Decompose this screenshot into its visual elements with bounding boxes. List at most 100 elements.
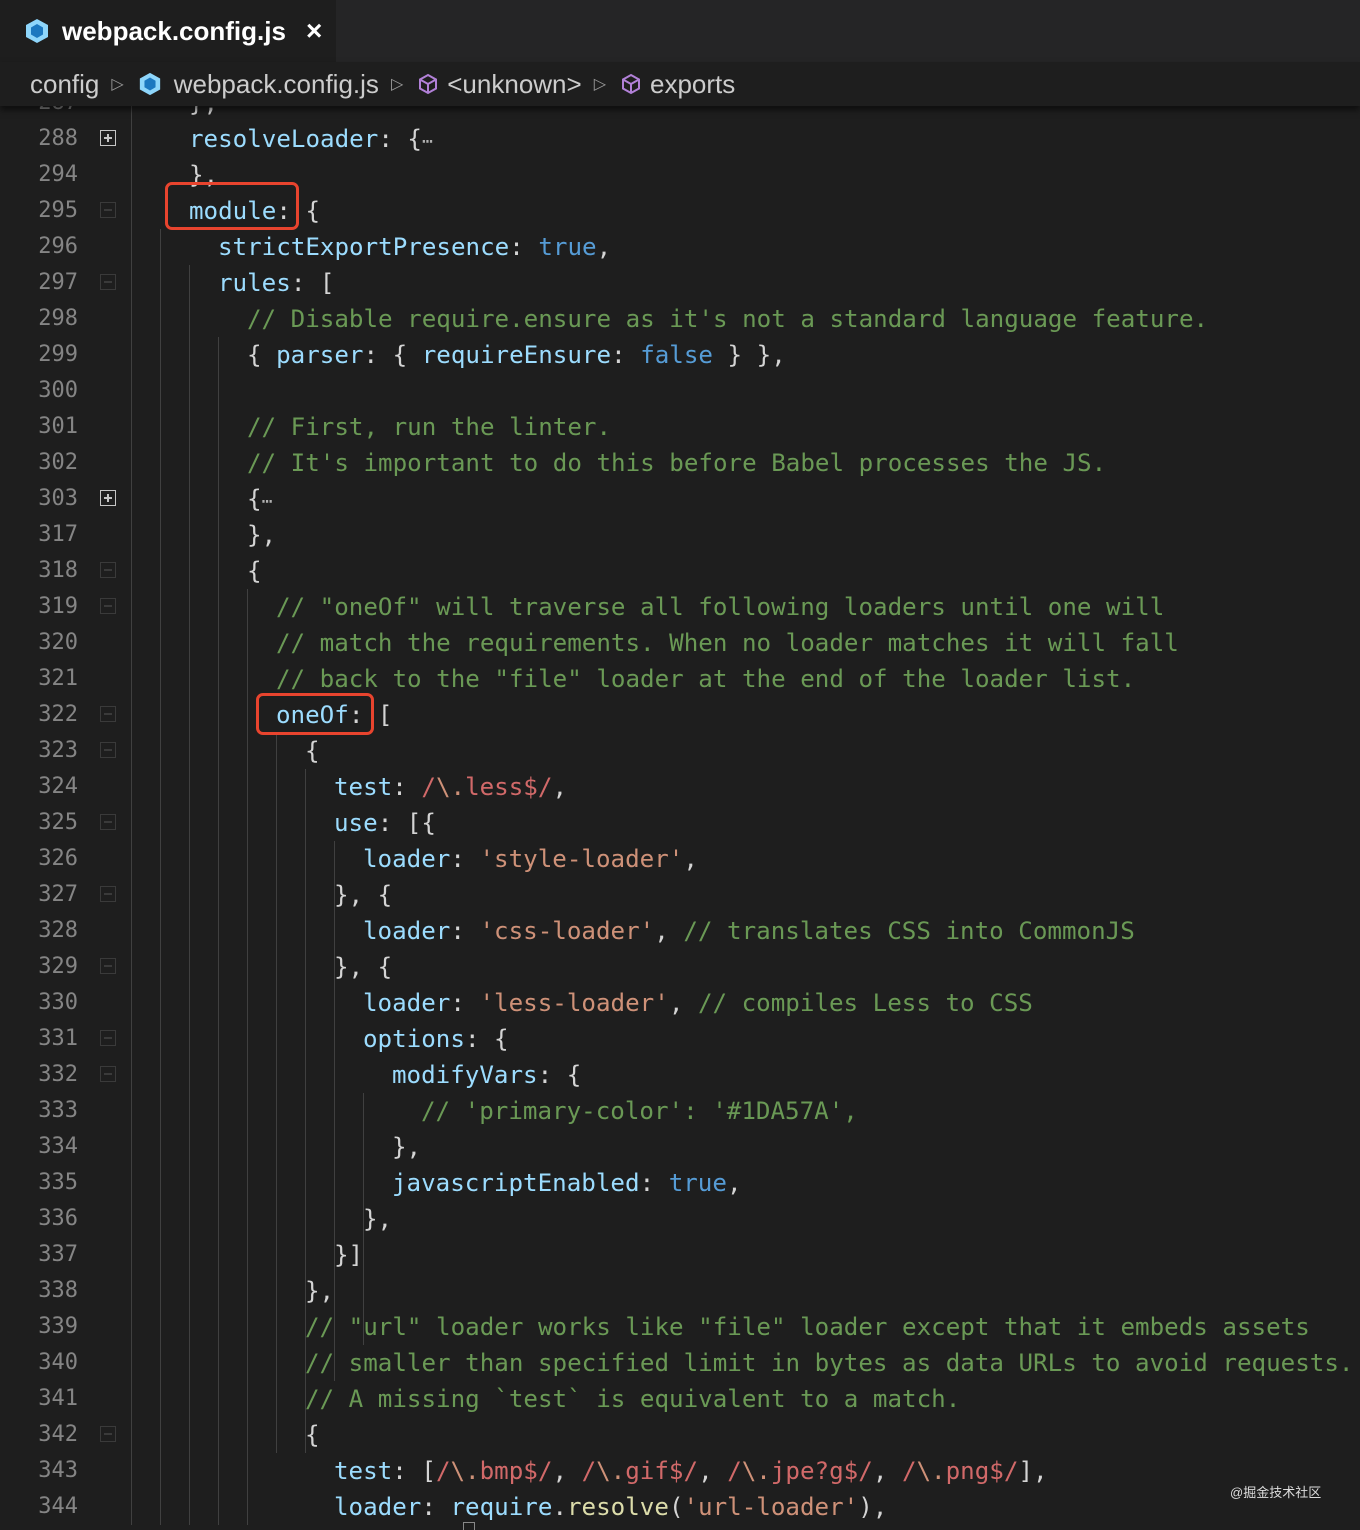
code-line[interactable]: 344 loader: require.resolve('url-loader')… [0,1489,1360,1525]
code-line[interactable]: 331 options: { [0,1021,1360,1057]
code-line[interactable]: 288 resolveLoader: {⋯ [0,121,1360,157]
collapse-fold-icon[interactable] [100,274,116,290]
code-line[interactable]: 332 modifyVars: { [0,1057,1360,1093]
line-number: 334 [38,1134,78,1159]
line-number: 326 [38,846,78,871]
code-text: loader: 'css-loader', // translates CSS … [363,913,1135,949]
code-line[interactable]: 333 // 'primary-color': '#1DA57A', [0,1093,1360,1129]
code-line[interactable]: 318 { [0,553,1360,589]
code-token: less$/ [465,773,553,801]
code-line[interactable]: 342 { [0,1417,1360,1453]
collapse-fold-icon[interactable] [100,202,116,218]
code-line[interactable]: 334}, [0,1129,1360,1165]
code-line[interactable]: 335 javascriptEnabled: true, [0,1165,1360,1201]
code-line[interactable]: 317}, [0,517,1360,553]
collapse-fold-icon[interactable] [100,598,116,614]
code-token: \. [435,773,466,801]
code-line[interactable]: 337}] [0,1237,1360,1273]
code-token: jpe?g$/ [770,1457,873,1485]
code-token: , [552,773,567,801]
code-line[interactable]: 298 // Disable require.ensure as it's not… [0,301,1360,337]
code-line[interactable]: 326 loader: 'style-loader', [0,841,1360,877]
line-number: 331 [38,1026,78,1051]
code-line[interactable]: 323 { [0,733,1360,769]
code-token: resolve [567,1493,669,1521]
scroll-indicator [463,1522,475,1530]
code-line[interactable]: 319 // "oneOf" will traverse all followin… [0,589,1360,625]
code-token: : [{ [377,809,436,837]
collapse-fold-icon[interactable] [100,814,116,830]
code-line[interactable]: 324 test: /\.less$/, [0,769,1360,805]
collapse-fold-icon[interactable] [100,742,116,758]
code-token: 'less-loader' [479,989,669,1017]
collapse-fold-icon[interactable] [100,562,116,578]
code-line[interactable]: 336}, [0,1201,1360,1237]
collapse-fold-icon[interactable] [100,886,116,902]
code-token: , [698,1457,728,1485]
collapse-fold-icon[interactable] [100,706,116,722]
webpack-cube-icon [139,72,160,96]
code-token: , [726,1169,742,1197]
code-line[interactable]: 301 // First, run the linter. [0,409,1360,445]
folded-ellipsis-icon[interactable]: ⋯ [262,491,273,512]
code-text: javascriptEnabled: true, [392,1165,742,1201]
code-line[interactable]: 325 use: [{ [0,805,1360,841]
breadcrumb-exports[interactable]: exports [620,69,735,100]
collapse-fold-icon[interactable] [100,1066,116,1082]
code-line[interactable]: 322 oneOf: [ [0,697,1360,733]
code-token: / [727,1457,742,1485]
code-line[interactable]: 321 // back to the "file" loader at the e… [0,661,1360,697]
code-line[interactable]: 296 strictExportPresence: true, [0,229,1360,265]
line-number: 297 [38,270,78,295]
code-token: loader [363,917,451,945]
breadcrumb-label: <unknown> [447,68,582,99]
line-number: 319 [38,594,78,619]
code-line[interactable]: 320 // match the requirements. When no lo… [0,625,1360,661]
code-line[interactable]: 338}, [0,1273,1360,1309]
breadcrumb-unknown[interactable]: <unknown> [417,68,582,100]
code-line[interactable]: 299 { parser: { requireEnsure: false } }, [0,337,1360,373]
chevron-right-icon: ▷ [593,76,607,93]
code-editor[interactable]: 287}, 288 resolveLoader: {⋯ 294}, 295 module:… [0,102,1360,1530]
code-line[interactable]: 328 loader: 'css-loader', // translates C… [0,913,1360,949]
collapse-fold-icon[interactable] [100,1030,116,1046]
line-number: 321 [38,666,78,691]
code-line[interactable]: 302 // It's important to do this before B… [0,445,1360,481]
code-line[interactable]: 343 test: [/\.bmp$/, /\.gif$/, /\.jpe?g$/… [0,1453,1360,1489]
code-token: : [450,845,480,873]
code-text: test: [/\.bmp$/, /\.gif$/, /\.jpe?g$/, /… [334,1453,1048,1489]
symbol-module-icon [419,73,438,95]
tab-webpack-config[interactable]: webpack.config.js × [0,0,336,62]
code-line[interactable]: 327}, { [0,877,1360,913]
code-token: true [668,1169,727,1197]
code-text: { parser: { requireEnsure: false } }, [247,337,786,373]
module-highlight-box [165,182,299,230]
code-line[interactable]: 330 loader: 'less-loader', // compiles Le… [0,985,1360,1021]
code-line[interactable]: 340 // smaller than specified limit in by… [0,1345,1360,1381]
expand-fold-icon[interactable] [100,130,116,146]
code-token: }, [305,1277,335,1305]
code-line[interactable]: 341 // A missing `test` is equivalent to … [0,1381,1360,1417]
line-number: 299 [38,342,78,367]
code-token: javascriptEnabled [392,1169,640,1197]
folded-ellipsis-icon[interactable]: ⋯ [422,131,433,152]
code-line[interactable]: 303 {⋯ [0,481,1360,517]
code-line[interactable]: 339 // "url" loader works like "file" loa… [0,1309,1360,1345]
code-text: }] [334,1237,363,1273]
code-line[interactable]: 300 [0,373,1360,409]
code-token: { [305,737,320,765]
breadcrumb-webpack-config[interactable]: webpack.config.js [138,69,379,100]
line-number: 327 [38,882,78,907]
collapse-fold-icon[interactable] [100,1426,116,1442]
collapse-fold-icon[interactable] [100,958,116,974]
breadcrumb-config[interactable]: config [30,69,99,100]
code-line[interactable]: 297 rules: [ [0,265,1360,301]
close-icon[interactable]: × [306,15,322,47]
code-text: }, [305,1273,334,1309]
code-token: : { [464,1025,509,1053]
code-token: / [581,1457,597,1485]
line-number: 341 [38,1386,78,1411]
code-text: loader: require.resolve('url-loader'), [334,1489,887,1525]
code-line[interactable]: 329}, { [0,949,1360,985]
expand-fold-icon[interactable] [100,490,116,506]
